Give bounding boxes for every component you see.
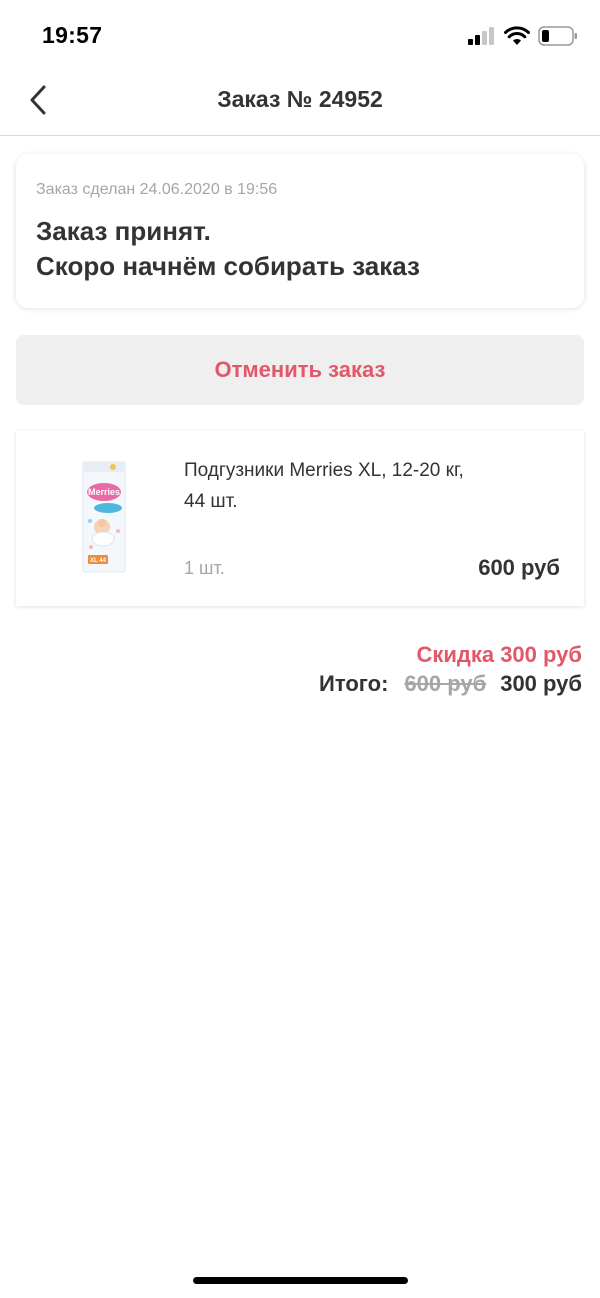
wifi-icon [504,26,530,51]
total-row: Итого: 600 руб 300 руб [319,671,582,697]
product-name: Подгузники Merries XL, 12-20 кг, 44 шт. [184,455,554,517]
order-date: Заказ сделан 24.06.2020 в 19:56 [36,181,278,198]
old-price: 600 руб [404,671,487,696]
product-card[interactable]: Merries XL 44 Подгузники Merries XL, 12-… [16,431,584,606]
order-status-line2: Скоро начнём собирать заказ [36,251,420,281]
battery-icon [538,26,578,51]
home-indicator[interactable] [193,1277,408,1284]
order-status-title: Заказ принят. Скоро начнём собирать зака… [36,214,420,284]
cancel-order-button[interactable]: Отменить заказ [16,335,584,405]
product-image-brand: Merries [88,487,120,497]
product-price: 600 руб [478,555,560,580]
total-price: 300 руб [500,671,582,696]
order-status-card: Заказ сделан 24.06.2020 в 19:56 Заказ пр… [16,154,584,308]
order-status-line1: Заказ принят. [36,216,211,246]
status-bar: 19:57 [0,0,600,72]
total-label: Итого: [319,671,389,696]
status-icons [468,26,578,51]
status-time: 19:57 [42,22,103,48]
product-quantity: 1 шт. [184,558,225,578]
product-image: Merries XL 44 [82,461,126,573]
nav-bar: Заказ № 24952 [0,72,600,136]
product-name-line2: 44 шт. [184,491,238,512]
page-title: Заказ № 24952 [217,86,383,112]
product-name-line1: Подгузники Merries XL, 12-20 кг, [184,460,464,481]
discount-text: Скидка 300 руб [416,642,582,667]
product-image-size: XL 44 [90,558,107,564]
signal-icon [468,27,496,50]
screen: 19:57 Заказ № 24952 Заказ сделан 24.06.2… [0,0,600,1298]
